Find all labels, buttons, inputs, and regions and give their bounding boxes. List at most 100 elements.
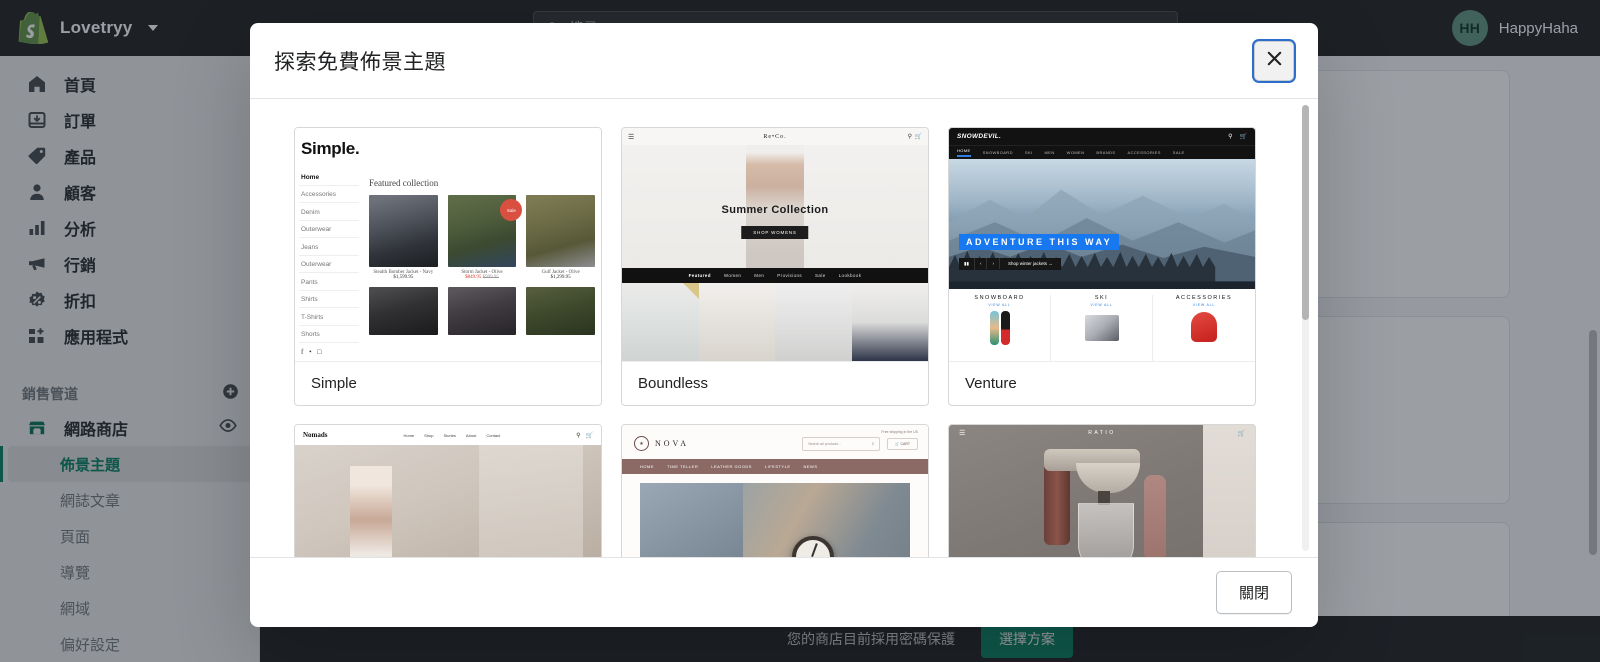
preview-hero-button: SHOP WOMENS [741,226,809,240]
next-icon: › [987,258,1000,270]
preview-nav: HOME SNOWBOARD SKI MEN WOMEN BRANDS ACCE… [949,145,1255,159]
footer-close-button[interactable]: 關閉 [1215,571,1292,614]
preview-nav-item: WOMEN [1066,150,1085,155]
theme-preview-simple: Simple. Home Accessories Denim Outerwear… [295,128,601,362]
preview-category: ACCESSORIES VIEW ALL [1153,295,1255,361]
product-image [447,287,517,335]
theme-preview-nomads: Nomads Home Shop Stories About Contact ⚲… [295,425,601,557]
preview-nav-item: Jeans [299,238,359,256]
preview-nav: Home Accessories Denim Outerwear Jeans O… [295,168,359,361]
category-title: SKI [1094,295,1109,301]
theme-name: Boundless [638,375,709,392]
category-title: ACCESSORIES [1175,295,1233,301]
preview-nav-item: NEWS [803,464,818,469]
close-button[interactable] [1254,40,1294,81]
preview-search-placeholder: Search all products... [808,441,842,446]
category-title: SNOWBOARD [974,295,1025,301]
preview-side-panel [1203,425,1255,557]
preview-nav-item: MEN [1044,150,1055,155]
preview-hero-cta: Shop winter jackets → [1007,261,1053,267]
product-image [775,283,852,361]
preview-hero-image: Chic handbags reimagined for modern life… [295,445,601,557]
preview-nav-item: ACCESSORIES [1127,150,1161,155]
theme-name: Simple [311,375,357,392]
preview-product [526,287,595,335]
modal-body[interactable]: Simple. Home Accessories Denim Outerwear… [250,99,1318,557]
preview-nav-item: SALE [1172,150,1185,155]
preview-product: Gulf Jacket - Olive $1,299.95 [526,195,595,280]
preview-product [447,287,517,335]
theme-preview-nova: Free shipping in the US ★ NOVA Search al… [622,425,928,557]
preview-nav-item: Sale [815,273,826,278]
preview-product-row [622,283,928,361]
preview-cart-label: CART [900,441,910,446]
theme-name: Venture [965,375,1017,392]
hamburger-icon: ☰ [959,429,966,437]
theme-card-boundless[interactable]: ☰ Re•Co. ⚲ 🛒 Summer Collection SHOP WOME… [621,127,929,406]
cart-icon: 🛒 [585,432,593,439]
theme-preview-ratio: ☰ RATIO 🛒 Reinv [949,425,1255,557]
prev-icon: ‹ [975,258,988,270]
preview-nav-item: HOME [957,148,971,157]
preview-social-icons: f • □ [301,348,324,356]
preview-hero-title: Summer Collection [721,204,829,217]
preview-categories: SNOWBOARD VIEW ALL SKI VIEW ALL ACCESSOR… [949,289,1255,361]
product-image [369,287,438,335]
product-image [526,287,595,335]
preview-nav-item: Home [403,432,415,438]
product-image [526,195,595,267]
theme-card-venture[interactable]: SNOWDEVIL. ⚲ 🛒 HOME SNOWBOARD SKI MEN WO… [948,127,1256,406]
pause-icon: ▮▮ [959,257,975,270]
theme-card-nova[interactable]: Free shipping in the US ★ NOVA Search al… [621,424,929,557]
preview-nav-item: About [465,432,477,438]
preview-nav-item: SKI [1024,150,1033,155]
theme-card-nomads[interactable]: Nomads Home Shop Stories About Contact ⚲… [294,424,602,557]
preview-nav-item: HOME [640,464,654,469]
theme-card-simple[interactable]: Simple. Home Accessories Denim Outerwear… [294,127,602,406]
preview-nav-item: Contact [486,432,501,438]
product-image [698,283,775,361]
preview-nav-item: Shorts [299,326,359,343]
preview-nav: Featured Women Men Provisions Sale Lookb… [622,268,928,283]
preview-nav-item: Featured [688,273,711,278]
product-image [622,283,699,361]
preview-nav-item: TIME TELLER [667,464,699,469]
theme-card-ratio[interactable]: ☰ RATIO 🛒 Reinv [948,424,1256,557]
modal-scrollbar-thumb[interactable] [1302,105,1309,320]
search-icon: ⚲ [907,134,912,140]
modal-header: 探索免費佈景主題 [250,23,1318,99]
product-price: $1,299.95 [550,275,571,280]
product-price: $1,599.95 [393,275,414,280]
preview-product: Stealth Bomber Jacket - Navy $1,599.95 [369,195,438,280]
modal-footer: 關閉 [250,557,1318,627]
product-image [851,283,928,361]
preview-product: Sale Storm Jacket - Olive $849.95 $999.9… [447,195,523,280]
search-icon: ⚲ [871,441,875,446]
nova-emblem-icon: ★ [634,436,649,451]
close-icon [1265,49,1284,73]
preview-nav-item: Lookbook [838,273,862,278]
preview-cart-button: 🛒 CART [887,437,918,450]
preview-nav: Home Shop Stories About Contact [403,433,500,438]
cart-icon: 🛒 [895,441,900,446]
cart-icon: 🛒 [1239,134,1247,140]
preview-logo: Simple. [301,139,360,158]
category-link: VIEW ALL [1192,303,1216,307]
preview-nav-item: Outerwear [299,221,359,238]
preview-nav-item: Denim [299,203,359,221]
preview-logo: Re•Co. [763,133,787,140]
preview-category: SKI VIEW ALL [1051,295,1153,361]
theme-preview-venture: SNOWDEVIL. ⚲ 🛒 HOME SNOWBOARD SKI MEN WO… [949,128,1255,362]
preview-nav-item: Accessories [299,186,359,203]
preview-nav-item: Shirts [299,291,359,308]
hamburger-icon: ☰ [628,132,635,141]
preview-logo: RATIO [1088,430,1116,436]
preview-nav-item: SNOWBOARD [982,150,1013,155]
explore-free-themes-modal: 探索免費佈景主題 Simple. Home Accessories Denim … [250,23,1318,627]
cart-icon: 🛒 [914,134,922,140]
theme-preview-boundless: ☰ Re•Co. ⚲ 🛒 Summer Collection SHOP WOME… [622,128,928,362]
product-sale-price: $849.95 [465,275,482,280]
preview-machine-image [1032,445,1172,557]
preview-nav-item: Women [723,273,742,278]
preview-logo: SNOWDEVIL. [957,133,1002,140]
